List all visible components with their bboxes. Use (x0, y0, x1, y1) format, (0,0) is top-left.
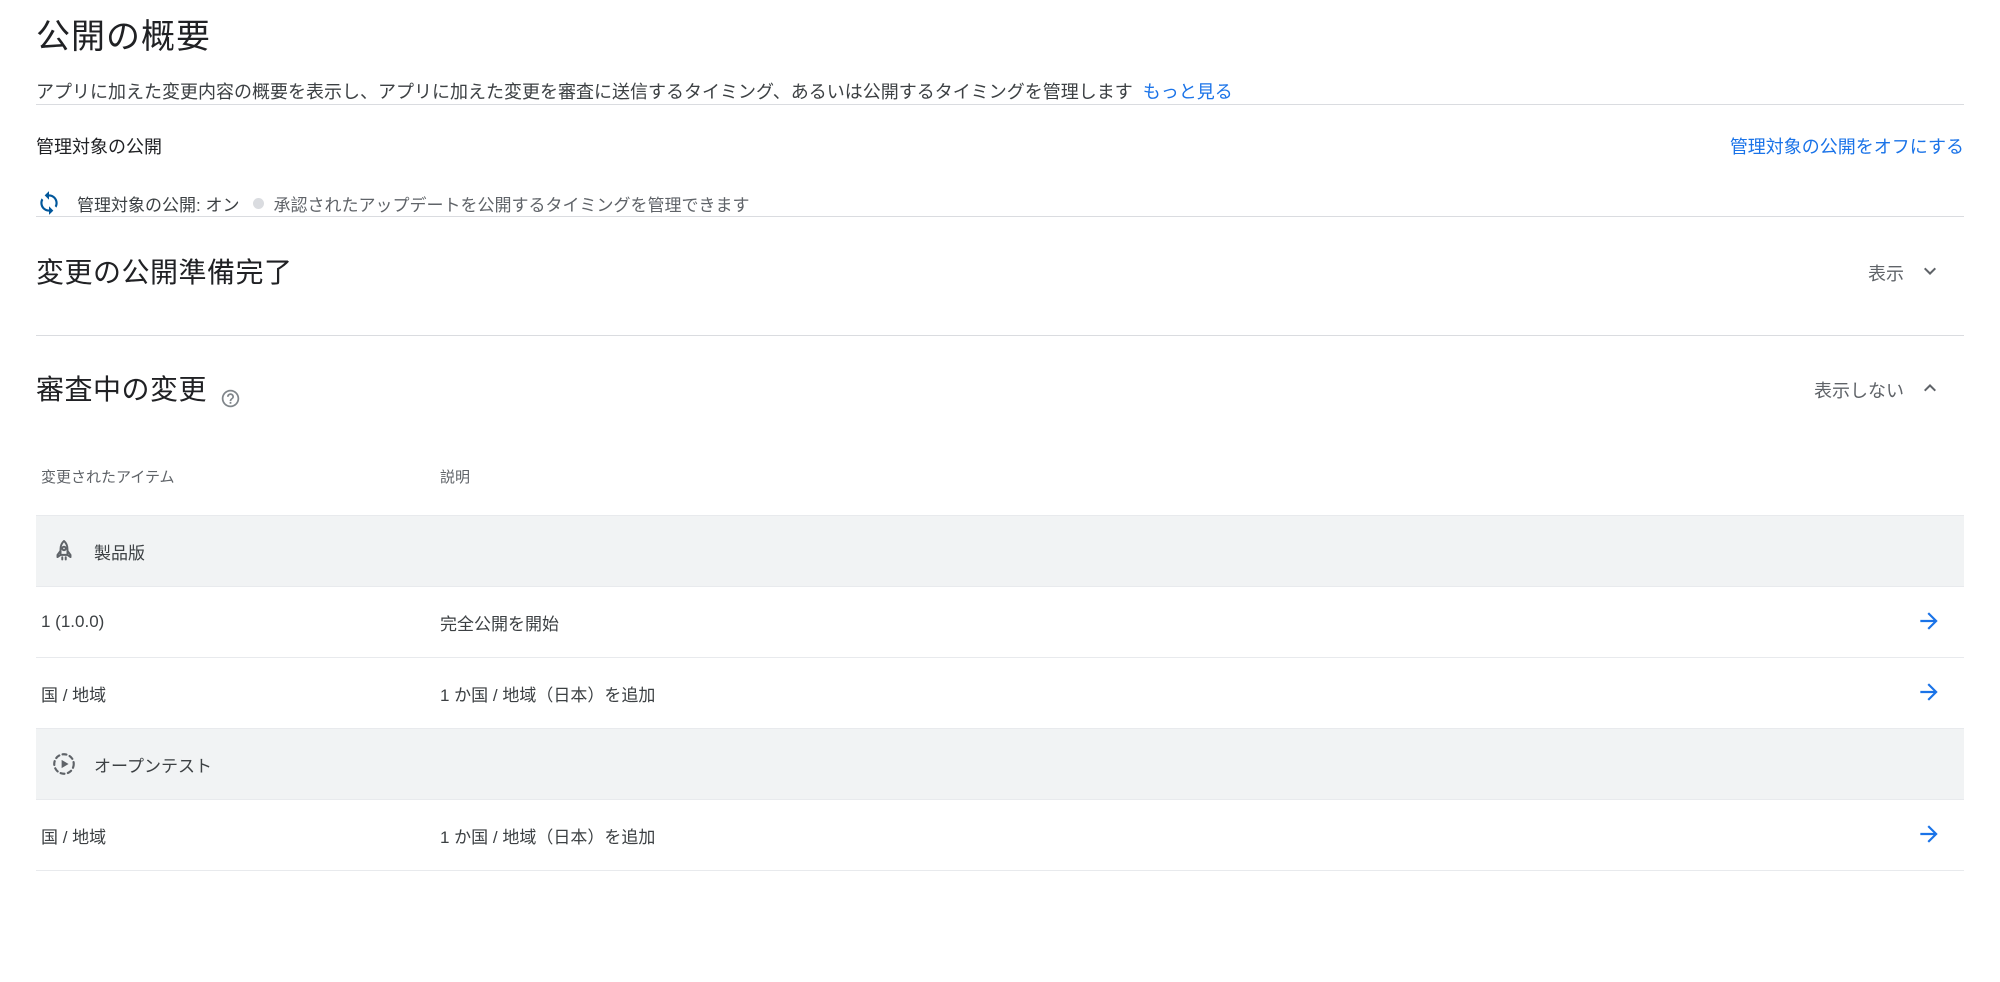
changed-item-cell: 国 / 地域 (36, 823, 440, 848)
table-group-row-production: 製品版 (36, 516, 1964, 587)
ready-changes-section-title: 変更の公開準備完了 (36, 253, 293, 293)
managed-publishing-header: 管理対象の公開 管理対象の公開をオフにする (36, 136, 1964, 158)
open-testing-icon (51, 751, 77, 777)
table-row: 1 (1.0.0) 完全公開を開始 (36, 587, 1964, 658)
in-review-section-title: 審査中の変更 (36, 370, 207, 410)
page-subtitle-text: アプリに加えた変更内容の概要を表示し、アプリに加えた変更を審査に送信するタイミン… (36, 82, 1133, 102)
arrow-right-icon (1916, 821, 1942, 850)
description-cell: 1 か国 / 地域（日本）を追加 (440, 823, 1894, 848)
managed-publishing-status-row: 管理対象の公開: オン 承認されたアップデートを公開するタイミングを管理できます (36, 190, 1964, 216)
managed-publishing-status: 管理対象の公開: オン (77, 191, 239, 216)
table-row: 国 / 地域 1 か国 / 地域（日本）を追加 (36, 658, 1964, 729)
managed-publishing-label: 管理対象の公開 (36, 136, 162, 158)
sync-icon (36, 190, 62, 216)
changed-item-cell: 1 (1.0.0) (36, 612, 440, 632)
in-review-toggle[interactable]: 表示しない (1814, 376, 1942, 405)
ready-changes-section-header: 変更の公開準備完了 表示 (36, 217, 1964, 335)
ready-changes-toggle[interactable]: 表示 (1868, 259, 1942, 288)
row-arrow-button[interactable] (1916, 821, 1942, 850)
table-header-description-column: 説明 (440, 466, 1894, 487)
description-cell: 1 か国 / 地域（日本）を追加 (440, 681, 1894, 706)
divider (36, 104, 1964, 105)
arrow-right-icon (1916, 608, 1942, 637)
row-arrow-button[interactable] (1916, 608, 1942, 637)
table-header-item-column: 変更されたアイテム (36, 466, 440, 487)
publishing-overview-page: 公開の概要 アプリに加えた変更内容の概要を表示し、アプリに加えた変更を審査に送信… (0, 0, 2000, 871)
chevron-down-icon (1918, 259, 1942, 288)
chevron-up-icon (1918, 376, 1942, 405)
table-group-row-open-testing: オープンテスト (36, 729, 1964, 800)
in-review-title-wrap: 審査中の変更 (36, 370, 241, 410)
row-arrow-button[interactable] (1916, 679, 1942, 708)
in-review-section-header: 審査中の変更 表示しない (36, 336, 1964, 410)
group-row-label: オープンテスト (94, 752, 212, 777)
description-cell: 完全公開を開始 (440, 610, 1894, 635)
page-title: 公開の概要 (36, 0, 1964, 60)
group-row-label: 製品版 (94, 539, 145, 564)
in-review-toggle-label: 表示しない (1814, 377, 1904, 403)
managed-publishing-turn-off-link[interactable]: 管理対象の公開をオフにする (1730, 136, 1964, 158)
changed-item-cell: 国 / 地域 (36, 681, 440, 706)
managed-publishing-status-description: 承認されたアップデートを公開するタイミングを管理できます (273, 191, 749, 216)
rocket-icon (51, 538, 77, 564)
learn-more-link[interactable]: もっと見る (1143, 82, 1233, 102)
page-subtitle: アプリに加えた変更内容の概要を表示し、アプリに加えた変更を審査に送信するタイミン… (36, 80, 1964, 104)
table-row: 国 / 地域 1 か国 / 地域（日本）を追加 (36, 800, 1964, 871)
dot-separator-icon (253, 198, 264, 209)
in-review-changes-table: 製品版 1 (1.0.0) 完全公開を開始 国 / 地域 1 か国 / 地域（日… (36, 515, 1964, 871)
arrow-right-icon (1916, 679, 1942, 708)
help-icon[interactable] (220, 388, 241, 409)
table-header: 変更されたアイテム 説明 (36, 466, 1964, 515)
ready-changes-toggle-label: 表示 (1868, 260, 1904, 286)
